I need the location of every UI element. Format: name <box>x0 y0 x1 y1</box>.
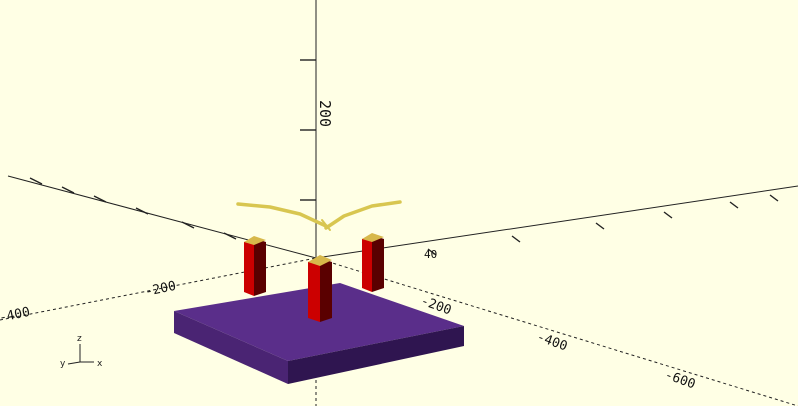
3d-viewport[interactable]: 200 -200 -400 -200 -400 -600 40 z x y <box>0 0 798 406</box>
post-right[interactable] <box>362 233 384 292</box>
x-axis-positive <box>315 185 798 259</box>
y-mid-label: -400 <box>535 330 570 355</box>
neg-x-far-label: -400 <box>0 305 31 326</box>
scene-canvas[interactable]: 200 -200 -400 -200 -400 -600 40 z x y <box>0 0 798 406</box>
post-left[interactable] <box>244 236 266 296</box>
axis-gizmo: z x y <box>60 334 103 369</box>
gizmo-z-label: z <box>77 334 82 344</box>
x-axis-negative <box>7 175 317 259</box>
neg-x-label: -200 <box>144 279 178 300</box>
wing-left <box>236 202 328 228</box>
axis-ticks <box>29 59 779 256</box>
y-far-label: -600 <box>663 368 698 393</box>
gizmo-y-label: y <box>60 359 66 369</box>
z-axis-label: 200 <box>316 100 334 127</box>
gizmo-x-label: x <box>97 359 103 369</box>
post-center[interactable] <box>308 255 332 322</box>
wings[interactable] <box>236 200 402 231</box>
gizmo-y-line <box>67 361 81 365</box>
wing-right <box>324 200 402 230</box>
pos-small-label: 40 <box>424 248 437 261</box>
